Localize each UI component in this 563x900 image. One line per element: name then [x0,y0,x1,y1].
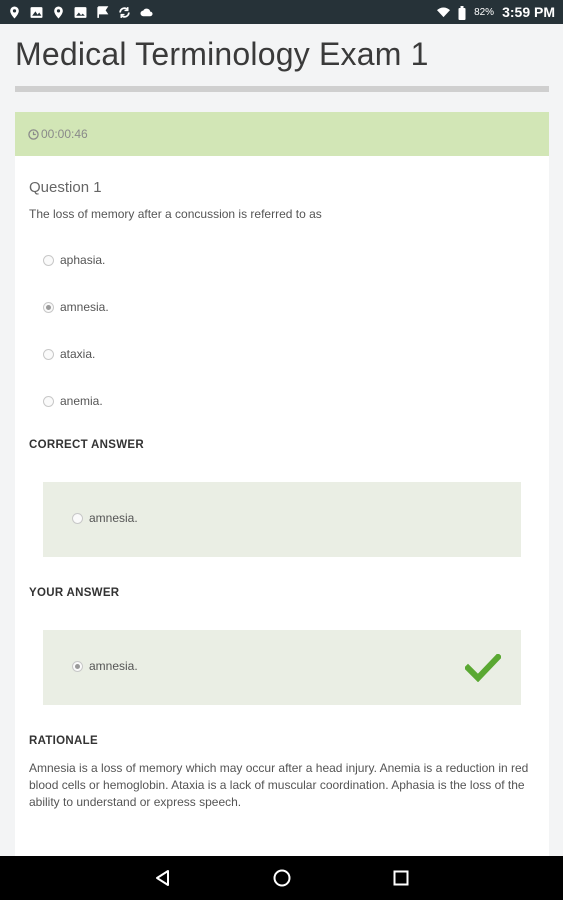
option-label: anemia. [60,394,103,408]
home-icon[interactable] [272,868,292,888]
sync-icon [118,6,131,19]
correct-answer-option: amnesia. [72,511,138,525]
radio-button[interactable] [43,254,54,266]
battery-percent: 82% [474,6,495,18]
option-amnesia[interactable]: amnesia. [43,300,109,314]
your-answer-heading: YOUR ANSWER [29,587,120,599]
wifi-icon [437,6,451,19]
photo-icon [74,6,87,19]
timer-value: 00:00:46 [41,127,88,141]
radio-button[interactable] [43,348,54,360]
option-label: amnesia. [60,300,109,314]
your-answer-option: amnesia. [72,659,138,673]
your-answer-label: amnesia. [89,659,138,673]
rationale-text: Amnesia is a loss of memory which may oc… [29,761,529,809]
battery-icon [458,5,466,20]
rationale-heading: RATIONALE [29,735,98,747]
radio-button-selected [72,660,83,672]
option-label: aphasia. [60,253,106,267]
question-heading: Question 1 [29,179,102,196]
option-label: ataxia. [60,347,96,361]
title-divider [15,86,549,92]
back-icon[interactable] [153,868,173,888]
radio-button[interactable] [43,395,54,407]
option-anemia[interactable]: anemia. [43,394,103,408]
recents-icon[interactable] [391,868,411,888]
checkmark-icon [465,654,501,682]
location-pin-icon [8,6,21,19]
your-answer-box: amnesia. [43,630,521,705]
radio-button [72,512,83,524]
image-icon [30,6,43,19]
timer-bar: 00:00:46 [15,112,549,156]
question-text: The loss of memory after a concussion is… [29,207,322,221]
flag-icon [96,5,109,19]
cloud-icon [140,6,153,19]
option-ataxia[interactable]: ataxia. [43,347,95,361]
system-icons: 82% 3:59 PM [437,4,555,20]
status-bar: 82% 3:59 PM [0,0,563,24]
correct-answer-box: amnesia. [43,482,521,557]
option-aphasia[interactable]: aphasia. [43,253,105,267]
navigation-bar [0,856,563,900]
clock-time: 3:59 PM [502,4,555,20]
clock-icon [28,128,39,140]
correct-answer-label: amnesia. [89,511,138,525]
exam-card: 00:00:46 Question 1 The loss of memory a… [15,112,549,857]
correct-answer-heading: CORRECT ANSWER [29,439,144,451]
location-pin-icon [52,6,65,19]
notification-icons [8,5,153,19]
page-title: Medical Terminology Exam 1 [15,36,429,72]
radio-button-selected[interactable] [43,301,54,313]
